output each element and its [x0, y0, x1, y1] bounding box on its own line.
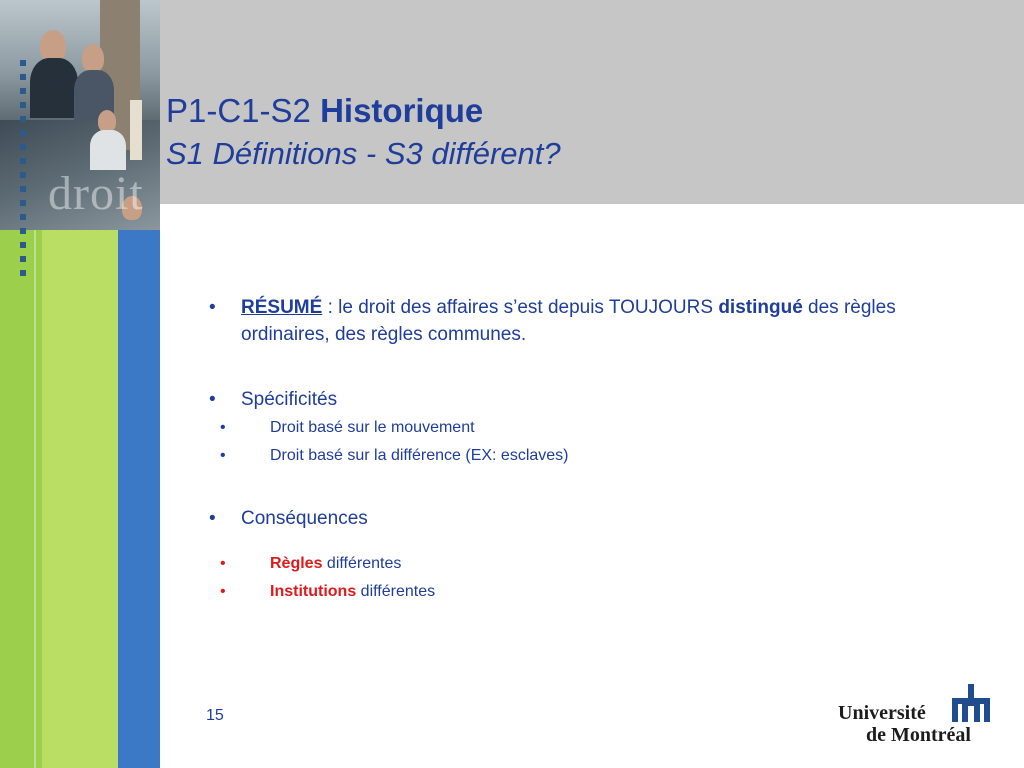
page-number: 15	[206, 707, 224, 724]
sidebar-blue-bar	[118, 220, 160, 768]
regles-bold: Règles	[270, 555, 323, 572]
subbullet-regles: Règles différentes	[200, 552, 940, 576]
title-bold: Historique	[320, 92, 484, 129]
udem-emblem-icon	[952, 684, 990, 722]
institutions-rest: différentes	[356, 583, 436, 600]
slide-title: P1-C1-S2 Historique	[166, 92, 483, 130]
bullet-specificites: Spécificités	[200, 386, 940, 413]
sidebar-light-green-bar	[42, 220, 118, 768]
logo-line2: de Montréal	[866, 724, 971, 746]
title-prefix: P1-C1-S2	[166, 92, 311, 129]
institutions-bold: Institutions	[270, 583, 357, 600]
sidebar-dot-pattern	[20, 60, 26, 280]
regles-rest: différentes	[322, 555, 402, 572]
slide-subtitle: S1 Définitions - S3 différent?	[166, 136, 561, 171]
subbullet-institutions: Institutions différentes	[200, 580, 940, 604]
slide-header: P1-C1-S2 Historique S1 Définitions - S3 …	[160, 0, 1024, 204]
droit-watermark: droit	[48, 167, 144, 220]
logo-line1: Université	[838, 702, 926, 724]
subbullet-difference: Droit basé sur la différence (EX: esclav…	[200, 444, 940, 468]
slide-body: RÉSUMÉ : le droit des affaires s’est dep…	[200, 294, 940, 604]
resume-emphasis: distingué	[718, 297, 803, 318]
resume-label: RÉSUMÉ	[241, 297, 323, 318]
bullet-resume: RÉSUMÉ : le droit des affaires s’est dep…	[200, 294, 940, 348]
bullet-consequences: Conséquences	[200, 505, 940, 532]
universite-de-montreal-logo: Université de Montréal	[838, 684, 998, 746]
resume-text-a: : le droit des affaires s’est depuis TOU…	[322, 297, 719, 318]
subbullet-mouvement: Droit basé sur le mouvement	[200, 416, 940, 440]
